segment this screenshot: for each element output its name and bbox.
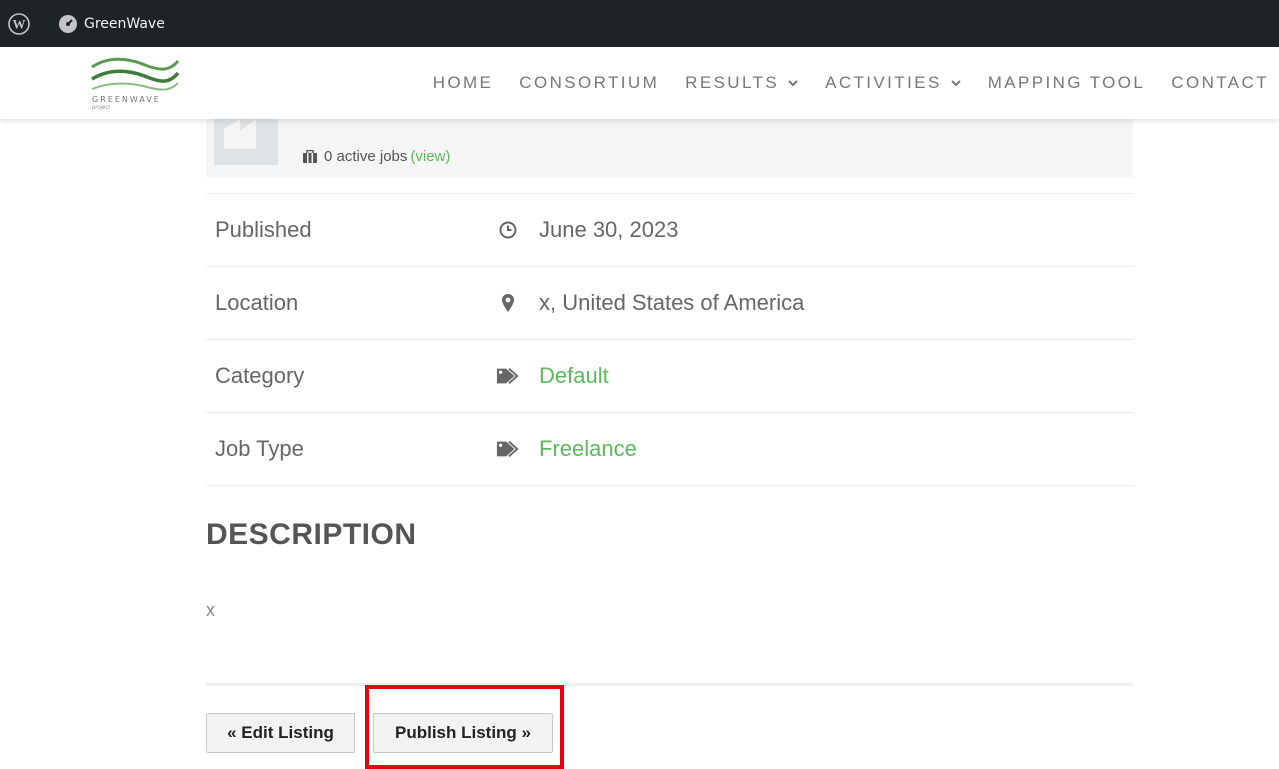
dashboard-icon [58,14,78,34]
edit-listing-button[interactable]: « Edit Listing [206,713,355,753]
nav-contact-label: CONTACT [1171,73,1269,92]
tags-icon [496,437,520,461]
nav-results[interactable]: RESULTS [685,73,799,93]
nav-mapping-tool[interactable]: MAPPING TOOL [988,73,1146,93]
greenwave-logo[interactable]: GREENWAVE project [90,53,180,113]
category-link[interactable]: Default [539,363,609,389]
nav-activities[interactable]: ACTIVITIES [825,73,962,93]
site-name: GreenWave [84,15,165,32]
meta-row-location: Location x, United States of America [206,267,1133,340]
job-type-link[interactable]: Freelance [539,436,637,462]
company-active-jobs: 0 active jobs (view) [302,148,450,165]
nav-consortium[interactable]: CONSORTIUM [519,73,659,93]
clock-icon [496,218,520,242]
publish-listing-button[interactable]: Publish Listing » [373,713,553,753]
meta-row-published: Published June 30, 2023 [206,194,1133,267]
logo-subtext: project [92,105,111,111]
meta-row-job-type: Job Type Freelance [206,413,1133,486]
active-jobs-text: 0 active jobs [324,148,408,165]
published-value: June 30, 2023 [539,217,679,242]
chevron-down-icon [787,77,799,89]
company-logo-placeholder [214,119,278,165]
main-nav: HOME CONSORTIUM RESULTS ACTIVITIES MAPPI… [407,47,1269,119]
nav-home-label: HOME [432,73,494,92]
view-jobs-link[interactable]: (view) [410,148,450,165]
job-type-label: Job Type [215,436,304,461]
company-box: 0 active jobs (view) [206,119,1133,177]
description-heading: DESCRIPTION [206,518,417,551]
location-value: x, United States of America [539,290,805,315]
map-pin-icon [496,291,520,315]
chevron-down-icon [950,77,962,89]
nav-consortium-label: CONSORTIUM [519,73,660,92]
published-label: Published [215,217,312,242]
site-name-link[interactable]: GreenWave [58,14,165,34]
svg-text:W: W [13,16,26,31]
location-label: Location [215,290,299,315]
divider [206,683,1133,686]
admin-bar: W GreenWave [0,0,1279,47]
nav-home[interactable]: HOME [433,73,494,93]
nav-activities-label: ACTIVITIES [825,73,942,92]
tags-icon [496,364,520,388]
site-header: GREENWAVE project HOME CONSORTIUM RESULT… [0,47,1279,119]
nav-results-label: RESULTS [685,73,780,92]
meta-row-category: Category Default [206,340,1133,413]
briefcase-icon [302,149,318,164]
description-text: x [206,600,215,620]
logo-text: GREENWAVE [92,95,161,104]
category-label: Category [215,363,305,388]
nav-contact[interactable]: CONTACT [1171,73,1269,93]
job-meta-list: Published June 30, 2023 Location x, Unit… [206,193,1133,486]
nav-mapping-tool-label: MAPPING TOOL [987,73,1146,92]
wordpress-logo-icon[interactable]: W [8,12,30,35]
